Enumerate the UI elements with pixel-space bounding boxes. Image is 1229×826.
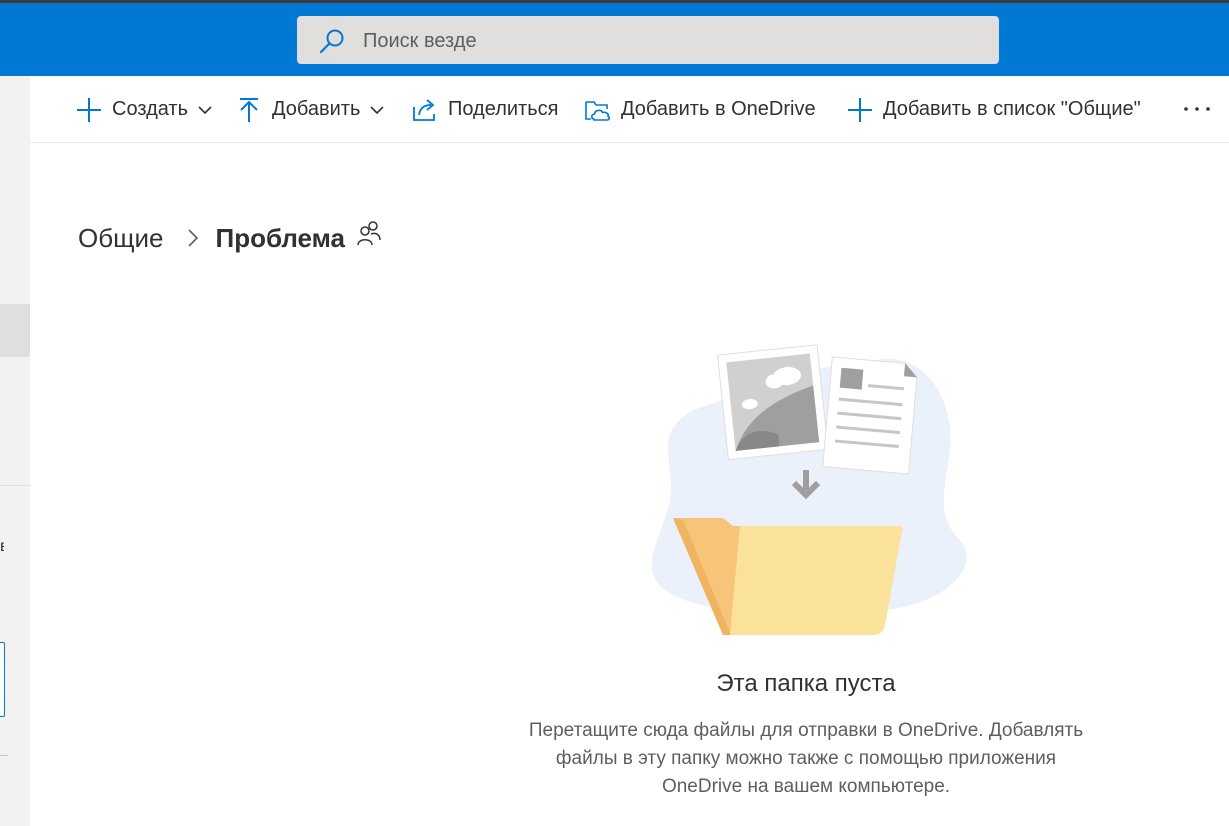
empty-folder-illustration <box>651 344 967 635</box>
nav-button-fragment[interactable] <box>0 642 5 717</box>
search-placeholder: Поиск везде <box>363 30 477 52</box>
breadcrumb-root-link[interactable]: Общие <box>78 223 164 254</box>
upload-label: Добавить <box>272 98 361 120</box>
empty-state-description-line: файлы в эту папку можно также с помощью … <box>555 748 1057 769</box>
plus-icon <box>848 97 872 122</box>
empty-state-title: Эта папка пуста <box>716 670 896 697</box>
search-box[interactable]: Поиск везде <box>297 16 999 64</box>
chevron-right-icon <box>187 229 198 247</box>
empty-state-description: Перетащите сюда файлы для отправки в One… <box>500 717 1112 801</box>
share-label: Поделиться <box>448 98 559 120</box>
more-icon[interactable] <box>1180 96 1214 122</box>
page-title: Проблема <box>215 222 346 253</box>
chevron-down-icon <box>198 105 212 114</box>
share-icon <box>413 98 435 121</box>
shared-people-icon <box>357 221 381 246</box>
empty-state-description-line: OneDrive на вашем компьютере. <box>661 776 951 797</box>
nav-divider-2 <box>0 755 8 756</box>
nav-selected-item[interactable] <box>0 304 30 357</box>
breadcrumb: Общие Проблема <box>78 218 381 258</box>
search-icon <box>319 29 344 54</box>
nav-text-fragment: в <box>0 539 4 555</box>
left-navigation-pane: в <box>0 76 30 826</box>
empty-state-description-line: Перетащите сюда файлы для отправки в One… <box>528 720 1084 741</box>
command-bar: Создать Добавить Поделиться Добавить в O <box>30 76 1229 143</box>
chevron-down-icon <box>370 105 384 114</box>
upload-icon <box>240 97 258 122</box>
onedrive-add-icon <box>585 100 611 121</box>
upload-button[interactable]: Добавить <box>236 76 384 143</box>
add-to-shared-list-label: Добавить в список "Общие" <box>883 98 1141 120</box>
nav-divider <box>0 485 30 486</box>
create-button[interactable]: Создать <box>76 76 212 143</box>
add-to-onedrive-label: Добавить в OneDrive <box>621 98 816 120</box>
share-button[interactable]: Поделиться <box>412 76 558 143</box>
add-to-onedrive-button[interactable]: Добавить в OneDrive <box>585 76 816 143</box>
plus-icon <box>77 97 101 122</box>
create-label: Создать <box>112 98 189 120</box>
add-to-shared-list-button[interactable]: Добавить в список "Общие" <box>847 76 1141 143</box>
top-app-bar: Поиск везде <box>0 3 1229 76</box>
